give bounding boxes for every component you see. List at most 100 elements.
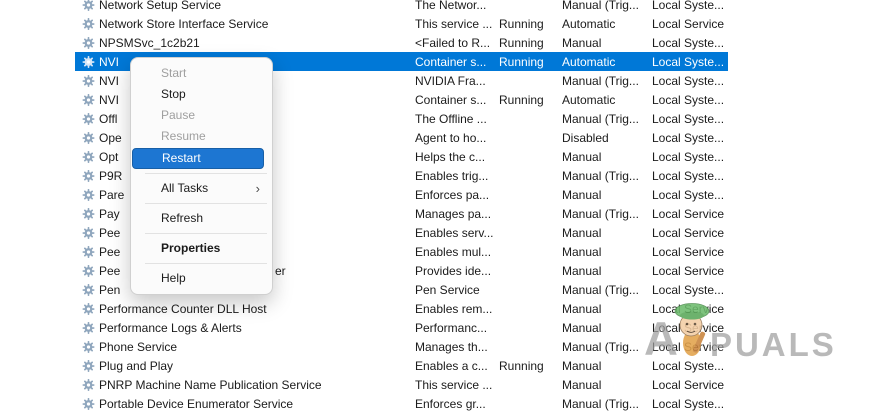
service-log-on-as: Local Syste... — [652, 0, 724, 12]
service-startup-type: Manual (Trig... — [562, 0, 639, 12]
service-startup-type: Automatic — [562, 17, 615, 31]
service-name: NVI — [99, 93, 119, 107]
service-startup-type: Manual (Trig... — [562, 340, 639, 354]
menu-separator — [145, 203, 267, 204]
service-status: Running — [499, 93, 544, 107]
menu-separator — [145, 233, 267, 234]
service-log-on-as: Local Service — [652, 17, 724, 31]
service-log-on-as: Local Syste... — [652, 397, 724, 411]
service-description: Enables serv... — [415, 226, 493, 240]
service-log-on-as: Local Service — [652, 378, 724, 392]
service-description: Container s... — [415, 55, 486, 69]
service-description: Provides ide... — [415, 264, 491, 278]
service-log-on-as: Local Service — [652, 302, 724, 316]
service-startup-type: Automatic — [562, 55, 615, 69]
service-row[interactable]: PNRP Machine Name Publication Service Thi… — [75, 375, 728, 394]
gear-icon — [82, 321, 95, 334]
service-startup-type: Manual — [562, 150, 601, 164]
service-log-on-as: Local Syste... — [652, 150, 724, 164]
service-startup-type: Manual (Trig... — [562, 74, 639, 88]
gear-icon — [82, 340, 95, 353]
service-startup-type: Disabled — [562, 131, 609, 145]
gear-icon — [82, 226, 95, 239]
service-name: Ope — [99, 131, 122, 145]
service-row[interactable]: Performance Logs & AlertsPerformanc...Ma… — [75, 318, 728, 337]
service-log-on-as: Local Syste... — [652, 112, 724, 126]
gear-icon — [82, 188, 95, 201]
service-log-on-as: Local Syste... — [652, 36, 724, 50]
service-startup-type: Manual (Trig... — [562, 397, 639, 411]
service-description: Container s... — [415, 93, 486, 107]
menu-item-stop[interactable]: Stop — [131, 84, 272, 105]
gear-icon — [82, 359, 95, 372]
context-menu: StartStopPauseResumeRestartAll Tasks›Ref… — [130, 57, 273, 295]
menu-item-help[interactable]: Help — [131, 268, 272, 289]
gear-icon — [82, 283, 95, 296]
service-name: Opt — [99, 150, 118, 164]
gear-icon — [82, 150, 95, 163]
menu-item-properties[interactable]: Properties — [131, 238, 272, 259]
service-description: Enforces pa... — [415, 188, 489, 202]
service-description: This service ... — [415, 378, 492, 392]
service-status: Running — [499, 359, 544, 373]
service-row[interactable]: Network Store Interface ServiceThis serv… — [75, 14, 728, 33]
service-startup-type: Manual — [562, 226, 601, 240]
service-log-on-as: Local Service — [652, 264, 724, 278]
service-log-on-as: Local Syste... — [652, 283, 724, 297]
service-row[interactable]: Phone ServiceManages th...Manual (Trig..… — [75, 337, 728, 356]
service-description: Enables mul... — [415, 245, 491, 259]
service-log-on-as: Local Syste... — [652, 169, 724, 183]
service-name: Pee — [99, 226, 120, 240]
menu-separator — [145, 173, 267, 174]
service-startup-type: Manual — [562, 188, 601, 202]
service-name: Performance Counter DLL Host — [99, 302, 267, 316]
gear-icon — [82, 36, 95, 49]
service-name: Plug and Play — [99, 359, 173, 373]
service-description: Enforces gr... — [415, 397, 486, 411]
menu-item-start: Start — [131, 63, 272, 84]
service-log-on-as: Local Syste... — [652, 188, 724, 202]
gear-icon — [82, 245, 95, 258]
service-startup-type: Manual (Trig... — [562, 207, 639, 221]
service-log-on-as: Local Service — [652, 340, 724, 354]
service-row[interactable]: Plug and PlayEnables a c...RunningManual… — [75, 356, 728, 375]
service-name: Pare — [99, 188, 124, 202]
gear-icon — [82, 93, 95, 106]
service-log-on-as: Local Service — [652, 207, 724, 221]
service-name: Portable Device Enumerator Service — [99, 397, 293, 411]
gear-icon — [82, 112, 95, 125]
gear-icon — [82, 169, 95, 182]
menu-item-all-tasks[interactable]: All Tasks› — [131, 178, 272, 199]
service-row[interactable]: Network Setup ServiceThe Networ...Manual… — [75, 0, 728, 14]
gear-icon — [82, 55, 95, 68]
service-startup-type: Manual — [562, 36, 601, 50]
gear-icon — [82, 207, 95, 220]
service-name: Offl — [99, 112, 117, 126]
service-name: Pen — [99, 283, 120, 297]
service-name: Performance Logs & Alerts — [99, 321, 242, 335]
gear-icon — [82, 74, 95, 87]
service-status: Running — [499, 55, 544, 69]
service-description: The Networ... — [415, 0, 486, 12]
service-description: Manages th... — [415, 340, 488, 354]
service-row[interactable]: Portable Device Enumerator Service Enforc… — [75, 394, 728, 413]
chevron-right-icon: › — [256, 178, 260, 199]
menu-item-restart[interactable]: Restart — [132, 148, 264, 169]
service-row[interactable]: Performance Counter DLL HostEnables rem.… — [75, 299, 728, 318]
service-description: NVIDIA Fra... — [415, 74, 486, 88]
service-description: Performanc... — [415, 321, 487, 335]
service-description: This service ... — [415, 17, 492, 31]
service-startup-type: Manual — [562, 302, 601, 316]
service-log-on-as: Local Service — [652, 245, 724, 259]
service-log-on-as: Local Service — [652, 321, 724, 335]
service-description: Enables trig... — [415, 169, 488, 183]
service-startup-type: Manual — [562, 264, 601, 278]
gear-icon — [82, 302, 95, 315]
service-row[interactable]: NPSMSvc_1c2b21<Failed to R...RunningManu… — [75, 33, 728, 52]
service-name: NVI — [99, 74, 119, 88]
menu-item-refresh[interactable]: Refresh — [131, 208, 272, 229]
service-name: PNRP Machine Name Publication Service — [99, 378, 322, 392]
service-name: Pee — [99, 245, 120, 259]
watermark-letters-rest: PUALS — [710, 330, 837, 359]
service-name-tail: er — [275, 264, 286, 278]
